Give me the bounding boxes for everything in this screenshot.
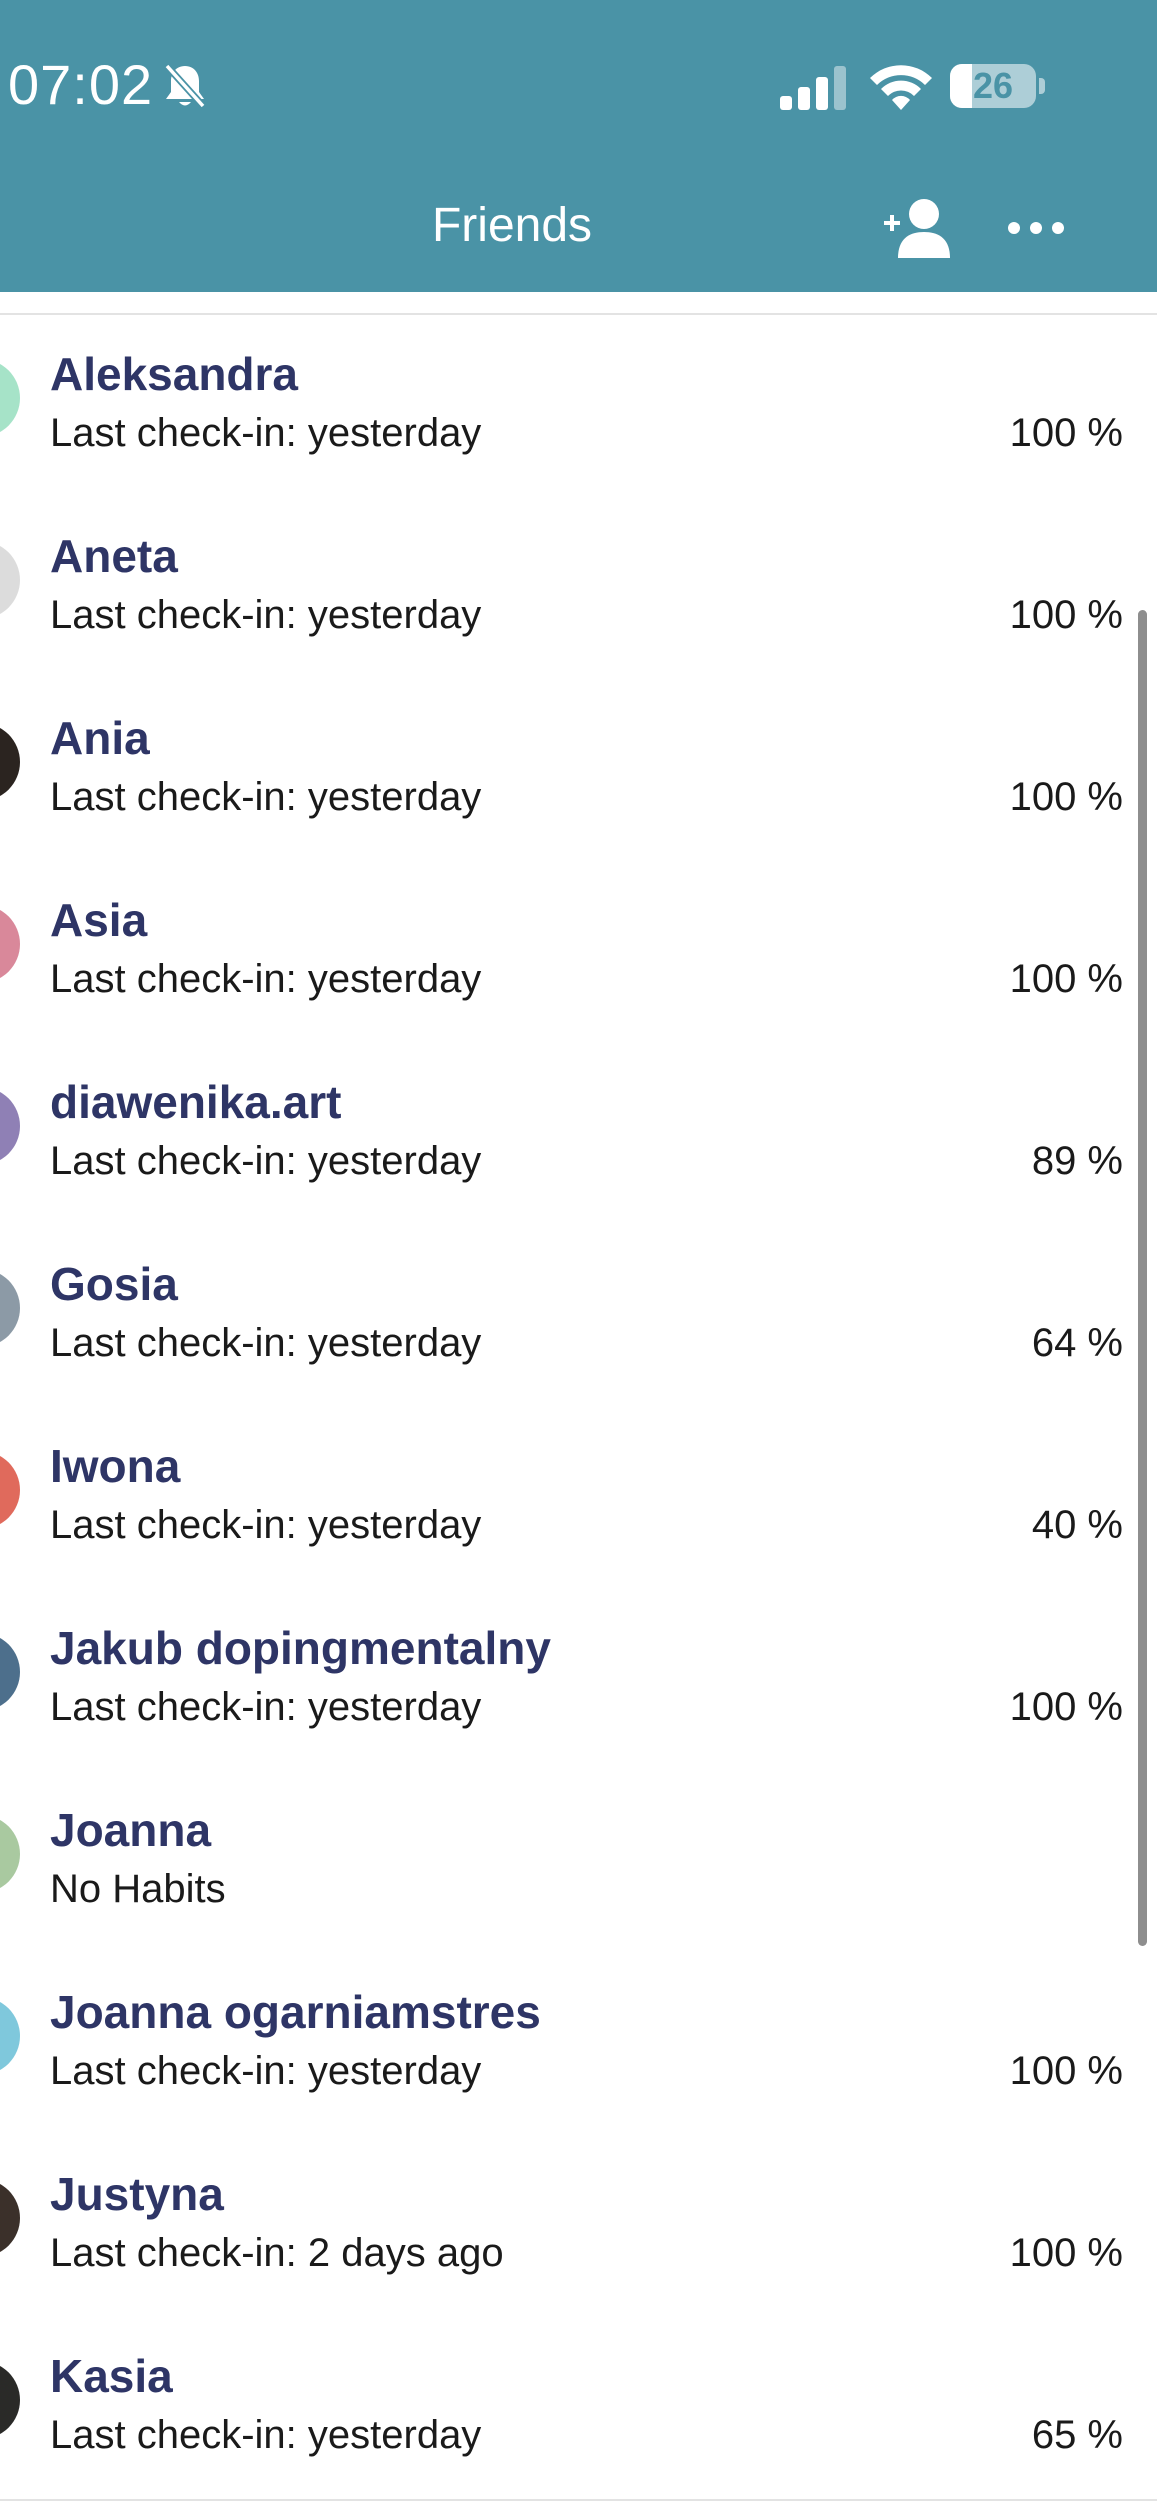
friend-checkin-status: Last check-in: yesterday [50, 2049, 482, 2093]
friend-row[interactable]: Gosia Last check-in: yesterday 64 % [0, 1225, 1157, 1409]
friend-row[interactable]: Joanna No Habits [0, 1771, 1157, 1955]
friend-name: Aleksandra [50, 348, 299, 400]
friend-checkin-status: Last check-in: yesterday [50, 2413, 482, 2457]
friend-checkin-status: Last check-in: yesterday [50, 1685, 482, 1729]
friend-checkin-status: Last check-in: yesterday [50, 411, 482, 455]
friend-checkin-status: No Habits [50, 1867, 226, 1911]
friend-checkin-status: Last check-in: 2 days ago [50, 2231, 504, 2275]
friend-completion-percent: 40 % [1031, 1503, 1123, 1547]
signal-icon [780, 66, 846, 110]
friend-checkin-status: Last check-in: yesterday [50, 593, 482, 637]
avatar [0, 359, 20, 437]
friend-completion-percent: 100 % [1009, 411, 1123, 455]
avatar [0, 541, 20, 619]
friend-checkin-status: Last check-in: yesterday [50, 1321, 482, 1365]
friend-row[interactable]: Jakub dopingmentalny Last check-in: yeste… [0, 1589, 1157, 1773]
friend-name: Joanna [50, 1804, 212, 1856]
friend-row[interactable]: Justyna Last check-in: 2 days ago 100 % [0, 2135, 1157, 2319]
friend-completion-percent: 89 % [1031, 1139, 1123, 1183]
battery-icon: 26 [950, 64, 1046, 108]
friend-completion-percent: 100 % [1009, 593, 1123, 637]
friend-checkin-status: Last check-in: yesterday [50, 1139, 482, 1183]
friend-completion-percent: 100 % [1009, 775, 1123, 819]
friend-row[interactable]: diawenika.art Last check-in: yesterday 89 … [0, 1043, 1157, 1227]
friend-completion-percent: 100 % [1009, 1685, 1123, 1729]
friend-checkin-status: Last check-in: yesterday [50, 1503, 482, 1547]
friend-row[interactable]: Iwona Last check-in: yesterday 40 % [0, 1407, 1157, 1591]
friend-row[interactable]: Aneta Last check-in: yesterday 100 % [0, 497, 1157, 681]
bell-slash-icon [164, 63, 206, 109]
avatar [0, 905, 20, 983]
add-friend-button[interactable] [884, 196, 950, 260]
battery-level: 26 [972, 65, 1014, 106]
friend-name: diawenika.art [50, 1076, 342, 1128]
friend-row[interactable]: Ania Last check-in: yesterday 100 % [0, 679, 1157, 863]
friend-row[interactable]: Asia Last check-in: yesterday 100 % [0, 861, 1157, 1045]
avatar [0, 723, 20, 801]
friends-screen: 07:02 26 Friends Aleksandra Last check-i… [0, 0, 1157, 2518]
friend-checkin-status: Last check-in: yesterday [50, 775, 482, 819]
friend-completion-percent: 64 % [1031, 1321, 1123, 1365]
friend-row[interactable]: Aleksandra Last check-in: yesterday 100 % [0, 315, 1157, 499]
friend-name: Aneta [50, 530, 178, 582]
friend-name: Joanna ogarniamstres [50, 1986, 541, 2038]
friend-completion-percent: 65 % [1031, 2413, 1123, 2457]
avatar [0, 1633, 20, 1711]
friend-completion-percent: 100 % [1009, 2049, 1123, 2093]
avatar [0, 1451, 20, 1529]
more-options-button[interactable] [1006, 212, 1066, 244]
friend-name: Justyna [50, 2168, 224, 2220]
avatar [0, 1997, 20, 2075]
avatar [0, 2361, 20, 2439]
friend-row[interactable]: Joanna ogarniamstres Last check-in: yeste… [0, 1953, 1157, 2137]
friend-checkin-status: Last check-in: yesterday [50, 957, 482, 1001]
avatar [0, 1269, 20, 1347]
avatar [0, 1087, 20, 1165]
avatar [0, 2179, 20, 2257]
friend-completion-percent: 100 % [1009, 2231, 1123, 2275]
page-title: Friends [431, 199, 593, 252]
friend-name: Jakub dopingmentalny [50, 1622, 551, 1674]
friend-name: Ania [50, 712, 150, 764]
status-time: 07:02 [8, 53, 154, 116]
app-header: 07:02 26 Friends [0, 0, 1157, 292]
friend-name: Iwona [50, 1440, 181, 1492]
friend-completion-percent: 100 % [1009, 957, 1123, 1001]
avatar [0, 1815, 20, 1893]
scrollbar[interactable] [1138, 610, 1147, 1946]
friend-name: Gosia [50, 1258, 178, 1310]
friend-row[interactable]: Kasia Last check-in: yesterday 65 % [0, 2317, 1157, 2501]
wifi-icon [870, 65, 932, 110]
friend-name: Kasia [50, 2350, 173, 2402]
friend-name: Asia [50, 894, 148, 946]
